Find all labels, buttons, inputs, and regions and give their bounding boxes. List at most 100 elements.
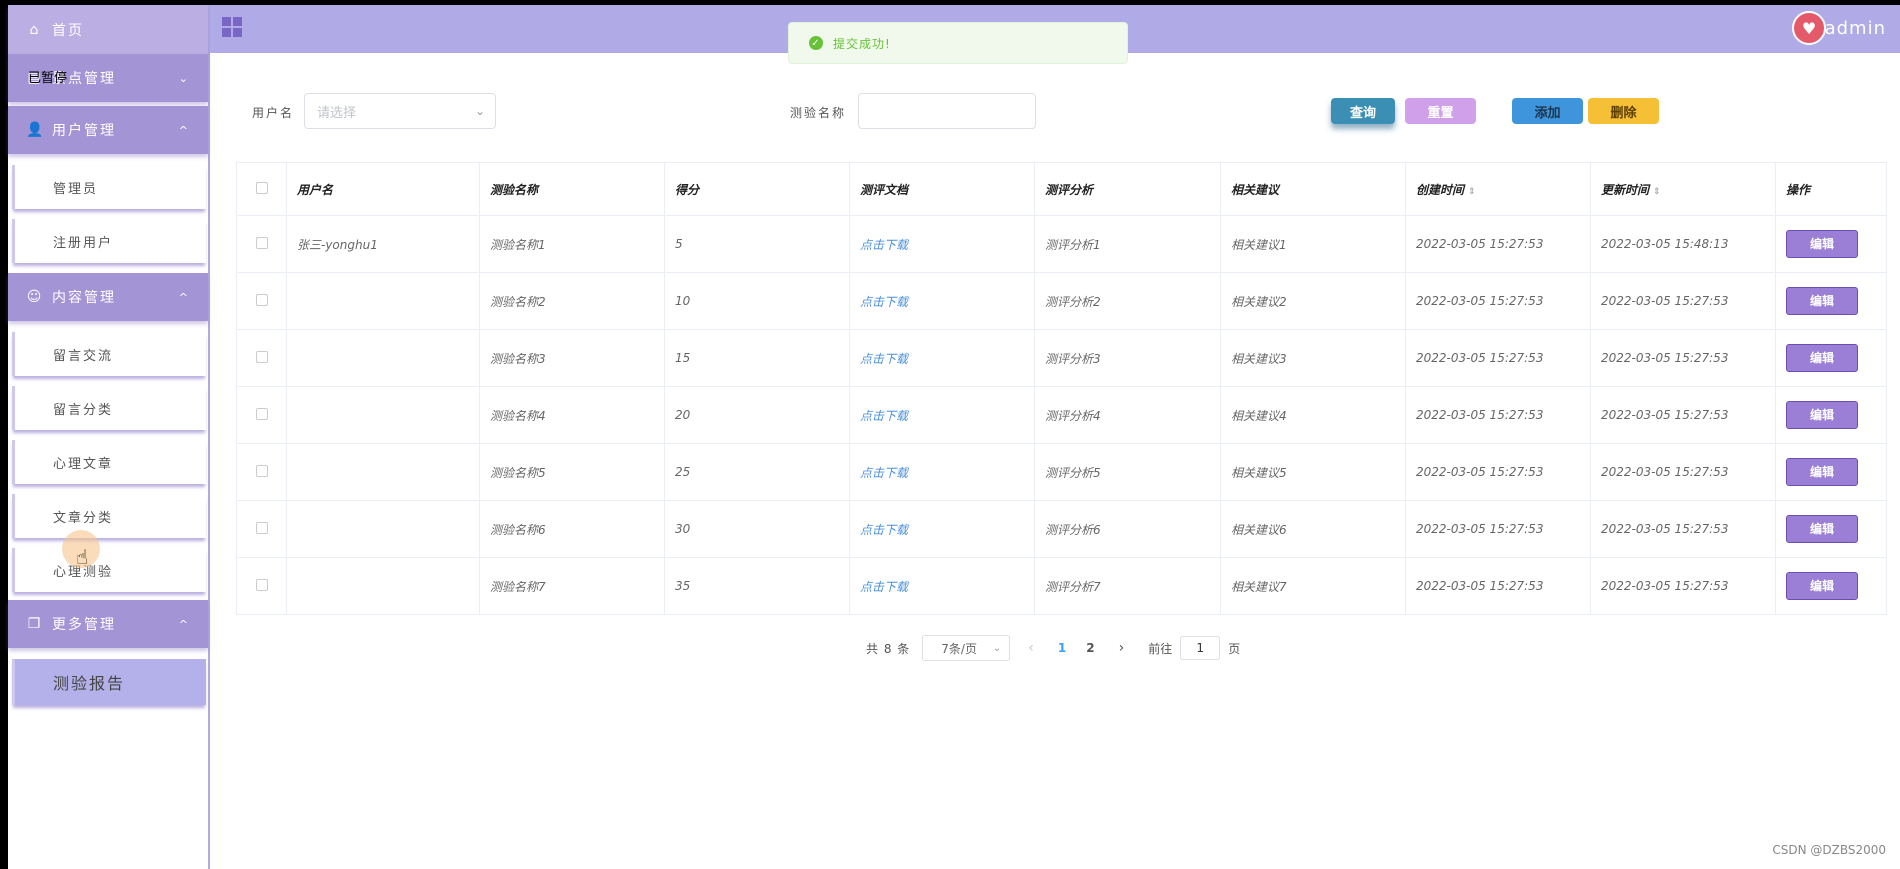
- row-checkbox[interactable]: [236, 215, 287, 273]
- table-row: 测验名称6 30 点击下载 测评分析6 相关建议6 2022-03-05 15:27:53…: [236, 500, 1887, 558]
- table-cell: 2022-03-05 15:27:53: [1405, 557, 1591, 615]
- sidebar-group-label: 用户管理: [52, 123, 116, 139]
- table-cell: 25: [664, 443, 850, 501]
- table-cell: 35: [664, 557, 850, 615]
- table-cell: 相关建议5: [1220, 443, 1406, 501]
- sidebar-item-registered-users[interactable]: 注册用户: [12, 219, 206, 263]
- goto-label: 前往: [1148, 641, 1173, 656]
- edit-button[interactable]: 编辑: [1786, 287, 1858, 315]
- user-icon: 👤: [26, 122, 46, 138]
- username[interactable]: admin: [1825, 18, 1886, 39]
- download-link[interactable]: 点击下载: [860, 409, 908, 423]
- table-cell: 相关建议1: [1220, 215, 1406, 273]
- add-button[interactable]: 添加: [1512, 98, 1583, 124]
- table-cell: [286, 272, 480, 330]
- column-header-updated[interactable]: 更新时间 ⇕: [1590, 162, 1776, 216]
- delete-button[interactable]: 删除: [1588, 98, 1659, 124]
- sidebar-item-messages[interactable]: 留言交流: [12, 332, 206, 376]
- edit-button[interactable]: 编辑: [1786, 344, 1858, 372]
- sidebar-item-label: 留言交流: [53, 348, 114, 364]
- row-checkbox[interactable]: [236, 386, 287, 444]
- table-cell: 相关建议2: [1220, 272, 1406, 330]
- download-link[interactable]: 点击下载: [860, 580, 908, 594]
- column-header-created[interactable]: 创建时间 ⇕: [1405, 162, 1591, 216]
- test-name-input[interactable]: [858, 93, 1036, 129]
- download-link[interactable]: 点击下载: [860, 295, 908, 309]
- table-row: 测验名称2 10 点击下载 测评分析2 相关建议2 2022-03-05 15:27:53…: [236, 272, 1887, 330]
- sidebar: ⌂ 首页 ▤ 景点管理 ⌄ 已暂停 👤 用户管理 ^ 管理员 注册用户 ☺ 内容…: [8, 5, 210, 869]
- avatar[interactable]: ♥: [1792, 11, 1826, 45]
- table-cell: [286, 386, 480, 444]
- grid-menu-icon[interactable]: [222, 17, 242, 37]
- table-cell: [286, 500, 480, 558]
- query-button[interactable]: 查询: [1331, 98, 1395, 124]
- edit-button[interactable]: 编辑: [1786, 515, 1858, 543]
- edit-button[interactable]: 编辑: [1786, 401, 1858, 429]
- reset-button[interactable]: 重置: [1405, 98, 1476, 124]
- page-size-select[interactable]: 7条/页 ⌄: [922, 635, 1011, 661]
- sidebar-group-label: 内容管理: [52, 290, 116, 306]
- test-name-filter-label: 测验名称: [790, 106, 847, 120]
- next-page-button[interactable]: ›: [1119, 640, 1125, 656]
- sidebar-item-article-category[interactable]: 文章分类: [12, 494, 206, 538]
- row-checkbox[interactable]: [236, 500, 287, 558]
- sidebar-item-label: 注册用户: [53, 235, 114, 251]
- sort-icon[interactable]: ⇕: [1468, 187, 1476, 197]
- sidebar-item-label: 心理文章: [53, 456, 114, 472]
- pagination-total: 共 8 条: [866, 641, 911, 656]
- page-1-button[interactable]: 1: [1058, 641, 1066, 655]
- row-checkbox[interactable]: [236, 329, 287, 387]
- sidebar-item-test-report[interactable]: 测验报告: [12, 659, 206, 705]
- success-toast: ✓ 提交成功!: [788, 22, 1128, 64]
- table-cell: [286, 329, 480, 387]
- edit-button[interactable]: 编辑: [1786, 458, 1858, 486]
- table-cell: 张三-yonghu1: [286, 215, 480, 273]
- table-cell: 相关建议6: [1220, 500, 1406, 558]
- table-cell: 测验名称4: [479, 386, 665, 444]
- sidebar-item-admin[interactable]: 管理员: [12, 165, 206, 209]
- prev-page-button[interactable]: ‹: [1028, 640, 1034, 656]
- table-cell: 10: [664, 272, 850, 330]
- table-cell: 2022-03-05 15:27:53: [1405, 500, 1591, 558]
- page-2-button[interactable]: 2: [1086, 641, 1094, 655]
- column-header: 操作: [1775, 162, 1887, 216]
- table-cell: 测评分析5: [1034, 443, 1221, 501]
- sidebar-item-message-category[interactable]: 留言分类: [12, 386, 206, 430]
- download-link[interactable]: 点击下载: [860, 352, 908, 366]
- table-row: 测验名称3 15 点击下载 测评分析3 相关建议3 2022-03-05 15:27:53…: [236, 329, 1887, 387]
- table-cell: 测验名称2: [479, 272, 665, 330]
- table-cell: 测验名称7: [479, 557, 665, 615]
- table-cell: 相关建议7: [1220, 557, 1406, 615]
- sidebar-group-more[interactable]: ❐ 更多管理 ^: [8, 600, 208, 648]
- sidebar-group-content[interactable]: ☺ 内容管理 ^: [8, 273, 208, 321]
- sidebar-item-articles[interactable]: 心理文章: [12, 440, 206, 484]
- table-cell: 2022-03-05 15:27:53: [1590, 386, 1776, 444]
- edit-button[interactable]: 编辑: [1786, 572, 1858, 600]
- download-link[interactable]: 点击下载: [860, 523, 908, 537]
- download-link[interactable]: 点击下载: [860, 466, 908, 480]
- chevron-down-icon: ⌄: [992, 642, 1002, 654]
- chat-icon: ☺: [26, 289, 44, 305]
- action-cell: 编辑: [1775, 272, 1887, 330]
- table-cell: 测评分析1: [1034, 215, 1221, 273]
- select-all-checkbox[interactable]: [236, 162, 287, 216]
- table-cell: 2022-03-05 15:48:13: [1590, 215, 1776, 273]
- row-checkbox[interactable]: [236, 272, 287, 330]
- sidebar-group-users[interactable]: 👤 用户管理 ^: [8, 106, 208, 154]
- sort-icon[interactable]: ⇕: [1653, 187, 1661, 197]
- goto-page-input[interactable]: 1: [1180, 636, 1221, 660]
- download-link[interactable]: 点击下载: [860, 238, 908, 252]
- toast-message: 提交成功!: [833, 36, 891, 51]
- action-cell: 编辑: [1775, 215, 1887, 273]
- edit-button[interactable]: 编辑: [1786, 230, 1858, 258]
- table-cell: 点击下载: [849, 386, 1035, 444]
- table-cell: 5: [664, 215, 850, 273]
- sidebar-item-home[interactable]: ⌂ 首页: [8, 5, 208, 54]
- row-checkbox[interactable]: [236, 443, 287, 501]
- row-checkbox[interactable]: [236, 557, 287, 615]
- table-cell: 测验名称6: [479, 500, 665, 558]
- table-row: 测验名称7 35 点击下载 测评分析7 相关建议7 2022-03-05 15:27:53…: [236, 557, 1887, 615]
- sidebar-item-psych-test[interactable]: 心理测验: [12, 548, 206, 592]
- username-select[interactable]: 请选择 ⌄: [304, 93, 496, 129]
- chevron-up-icon: ^: [178, 123, 190, 137]
